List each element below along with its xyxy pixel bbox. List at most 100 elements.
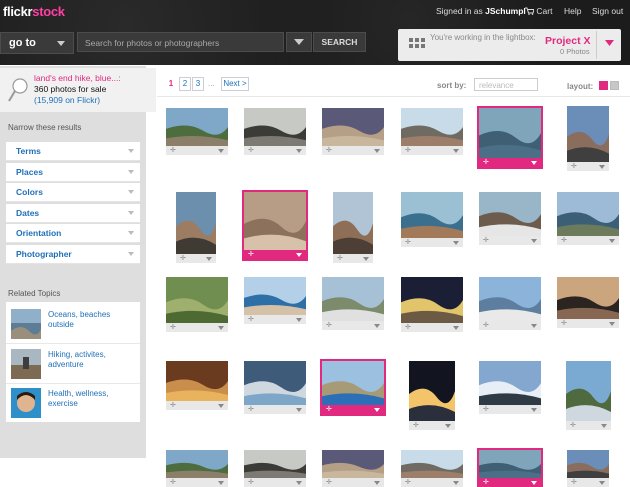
photo-image[interactable] [567,450,609,478]
photo-thumbnail[interactable]: ✛ [401,108,463,155]
photo-image[interactable] [322,108,384,146]
photo-thumbnail[interactable]: ✛ [557,192,619,245]
chevron-down-icon[interactable] [609,239,615,243]
photo-thumbnail[interactable]: ✛ [320,359,386,416]
chevron-down-icon[interactable] [374,481,380,485]
move-icon[interactable]: ✛ [405,147,411,154]
chevron-down-icon[interactable] [531,324,537,328]
photo-image[interactable] [322,450,384,478]
chevron-down-icon[interactable] [206,257,212,261]
facet-photographer[interactable]: Photographer [6,245,140,264]
move-icon[interactable]: ✛ [483,406,489,413]
chevron-down-icon[interactable] [218,481,224,485]
photo-image[interactable] [479,277,541,321]
photo-image[interactable] [479,192,541,236]
next-page-button[interactable]: Next > [221,77,249,91]
photo-thumbnail[interactable]: ✛ [401,277,463,332]
photo-image[interactable] [401,450,463,478]
search-options-dropdown[interactable] [286,32,312,52]
related-topic-health[interactable]: Health, wellness, exercise [6,383,140,422]
move-icon[interactable]: ✛ [561,237,567,244]
move-icon[interactable]: ✛ [326,479,332,486]
photo-thumbnail[interactable]: ✛ [244,277,306,324]
photo-image[interactable] [244,192,306,250]
photo-image[interactable] [244,361,306,405]
move-icon[interactable]: ✛ [571,163,577,170]
goto-menu[interactable]: go to [0,32,74,54]
facet-terms[interactable]: Terms [6,142,140,161]
photo-image[interactable] [557,277,619,319]
photo-image[interactable] [166,361,228,401]
photo-image[interactable] [479,361,541,405]
photo-image[interactable] [401,192,463,238]
chevron-down-icon[interactable] [531,239,537,243]
photo-thumbnail[interactable]: ✛ [322,450,384,487]
move-icon[interactable]: ✛ [180,255,186,262]
move-icon[interactable]: ✛ [170,324,176,331]
photo-image[interactable] [401,277,463,323]
photo-image[interactable] [322,277,384,321]
photo-image[interactable] [244,277,306,315]
photo-thumbnail[interactable]: ✛ [477,106,543,169]
move-icon[interactable]: ✛ [337,255,343,262]
chevron-down-icon[interactable] [374,408,380,412]
photo-thumbnail[interactable]: ✛ [166,450,228,487]
photo-thumbnail[interactable]: ✛ [557,277,619,328]
project-name[interactable]: Project X [545,35,591,47]
photo-thumbnail[interactable]: ✛ [479,192,541,245]
move-icon[interactable]: ✛ [326,406,332,413]
photo-image[interactable] [166,450,228,478]
related-topic-oceans[interactable]: Oceans, beaches outside [6,304,140,344]
photo-thumbnail[interactable]: ✛ [244,108,306,155]
photo-thumbnail[interactable]: ✛ [567,106,609,171]
move-icon[interactable]: ✛ [170,402,176,409]
search-button[interactable]: SEARCH [313,32,366,52]
move-icon[interactable]: ✛ [405,324,411,331]
chevron-down-icon[interactable] [445,424,451,428]
help-link[interactable]: Help [564,6,581,16]
move-icon[interactable]: ✛ [483,479,489,486]
chevron-down-icon[interactable] [453,241,459,245]
chevron-down-icon[interactable] [531,161,537,165]
facet-places[interactable]: Places [6,163,140,182]
facet-orientation[interactable]: Orientation [6,224,140,243]
chevron-down-icon[interactable] [599,481,605,485]
chevron-down-icon[interactable] [453,326,459,330]
flickrstock-logo[interactable]: flickrstock [3,4,65,19]
photo-thumbnail[interactable]: ✛ [166,277,228,332]
photo-thumbnail[interactable]: ✛ [176,192,216,263]
photo-thumbnail[interactable]: ✛ [333,192,373,263]
photo-thumbnail[interactable]: ✛ [401,192,463,247]
chevron-down-icon[interactable] [296,481,302,485]
sort-by-select[interactable]: relevance [474,78,538,91]
cart-link[interactable]: Cart [525,6,552,16]
move-icon[interactable]: ✛ [248,251,254,258]
chevron-down-icon[interactable] [531,408,537,412]
photo-thumbnail[interactable]: ✛ [322,108,384,155]
chevron-down-icon[interactable] [599,165,605,169]
layout-grid-button[interactable] [599,81,608,90]
photo-image[interactable] [166,277,228,323]
photo-thumbnail[interactable]: ✛ [479,277,541,330]
move-icon[interactable]: ✛ [248,406,254,413]
photo-image[interactable] [566,361,611,421]
move-icon[interactable]: ✛ [570,422,576,429]
chevron-down-icon[interactable] [218,326,224,330]
chevron-down-icon[interactable] [531,481,537,485]
move-icon[interactable]: ✛ [248,479,254,486]
chevron-down-icon[interactable] [605,40,614,47]
photo-thumbnail[interactable]: ✛ [479,361,541,414]
chevron-down-icon[interactable] [601,424,607,428]
move-icon[interactable]: ✛ [405,479,411,486]
chevron-down-icon[interactable] [218,149,224,153]
photo-image[interactable] [401,108,463,146]
photo-image[interactable] [244,108,306,146]
search-input[interactable]: Search for photos or photographers [77,32,284,52]
page-2-link[interactable]: 2 [179,77,191,91]
facet-colors[interactable]: Colors [6,183,140,202]
photo-image[interactable] [567,106,609,162]
photo-thumbnail[interactable]: ✛ [477,448,543,487]
chevron-down-icon[interactable] [218,404,224,408]
flickr-count-link[interactable]: (15,909 on Flickr) [34,95,100,105]
move-icon[interactable]: ✛ [170,147,176,154]
